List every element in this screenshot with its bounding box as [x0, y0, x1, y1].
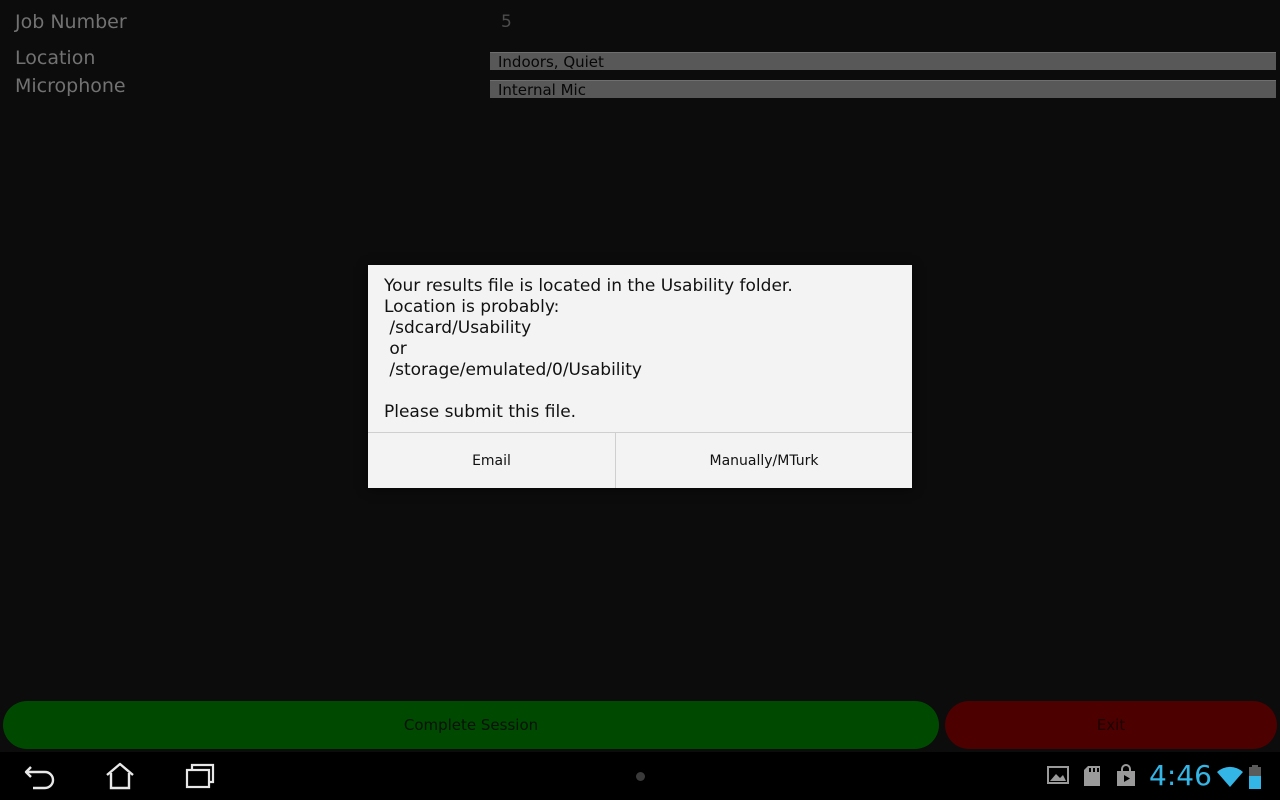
dialog-message: Your results file is located in the Usab…: [384, 276, 904, 423]
dialog-button-bar: Email Manually/MTurk: [368, 432, 912, 488]
dialog-line: [384, 381, 904, 402]
dialog-line: Your results file is located in the Usab…: [384, 276, 793, 296]
battery-icon: [1248, 764, 1262, 790]
dialog-line: Location is probably:: [384, 297, 560, 317]
manually-mturk-button[interactable]: Manually/MTurk: [616, 433, 912, 488]
dialog-line: /storage/emulated/0/Usability: [384, 360, 642, 380]
recent-apps-icon[interactable]: [170, 756, 230, 796]
dialog-line: Please submit this file.: [384, 402, 577, 422]
email-button[interactable]: Email: [368, 433, 616, 488]
dialog-line: /sdcard/Usability: [384, 318, 532, 338]
status-clock: 4:46: [1149, 759, 1212, 792]
sd-card-icon: [1080, 764, 1104, 788]
dialog-line: or: [384, 339, 407, 359]
wifi-icon: [1216, 764, 1244, 788]
page-indicator-dot: [636, 772, 645, 781]
store-icon: [1114, 764, 1138, 788]
back-icon[interactable]: [10, 756, 70, 796]
results-dialog: Your results file is located in the Usab…: [368, 265, 912, 488]
home-icon[interactable]: [90, 756, 150, 796]
gallery-icon: [1046, 764, 1070, 786]
